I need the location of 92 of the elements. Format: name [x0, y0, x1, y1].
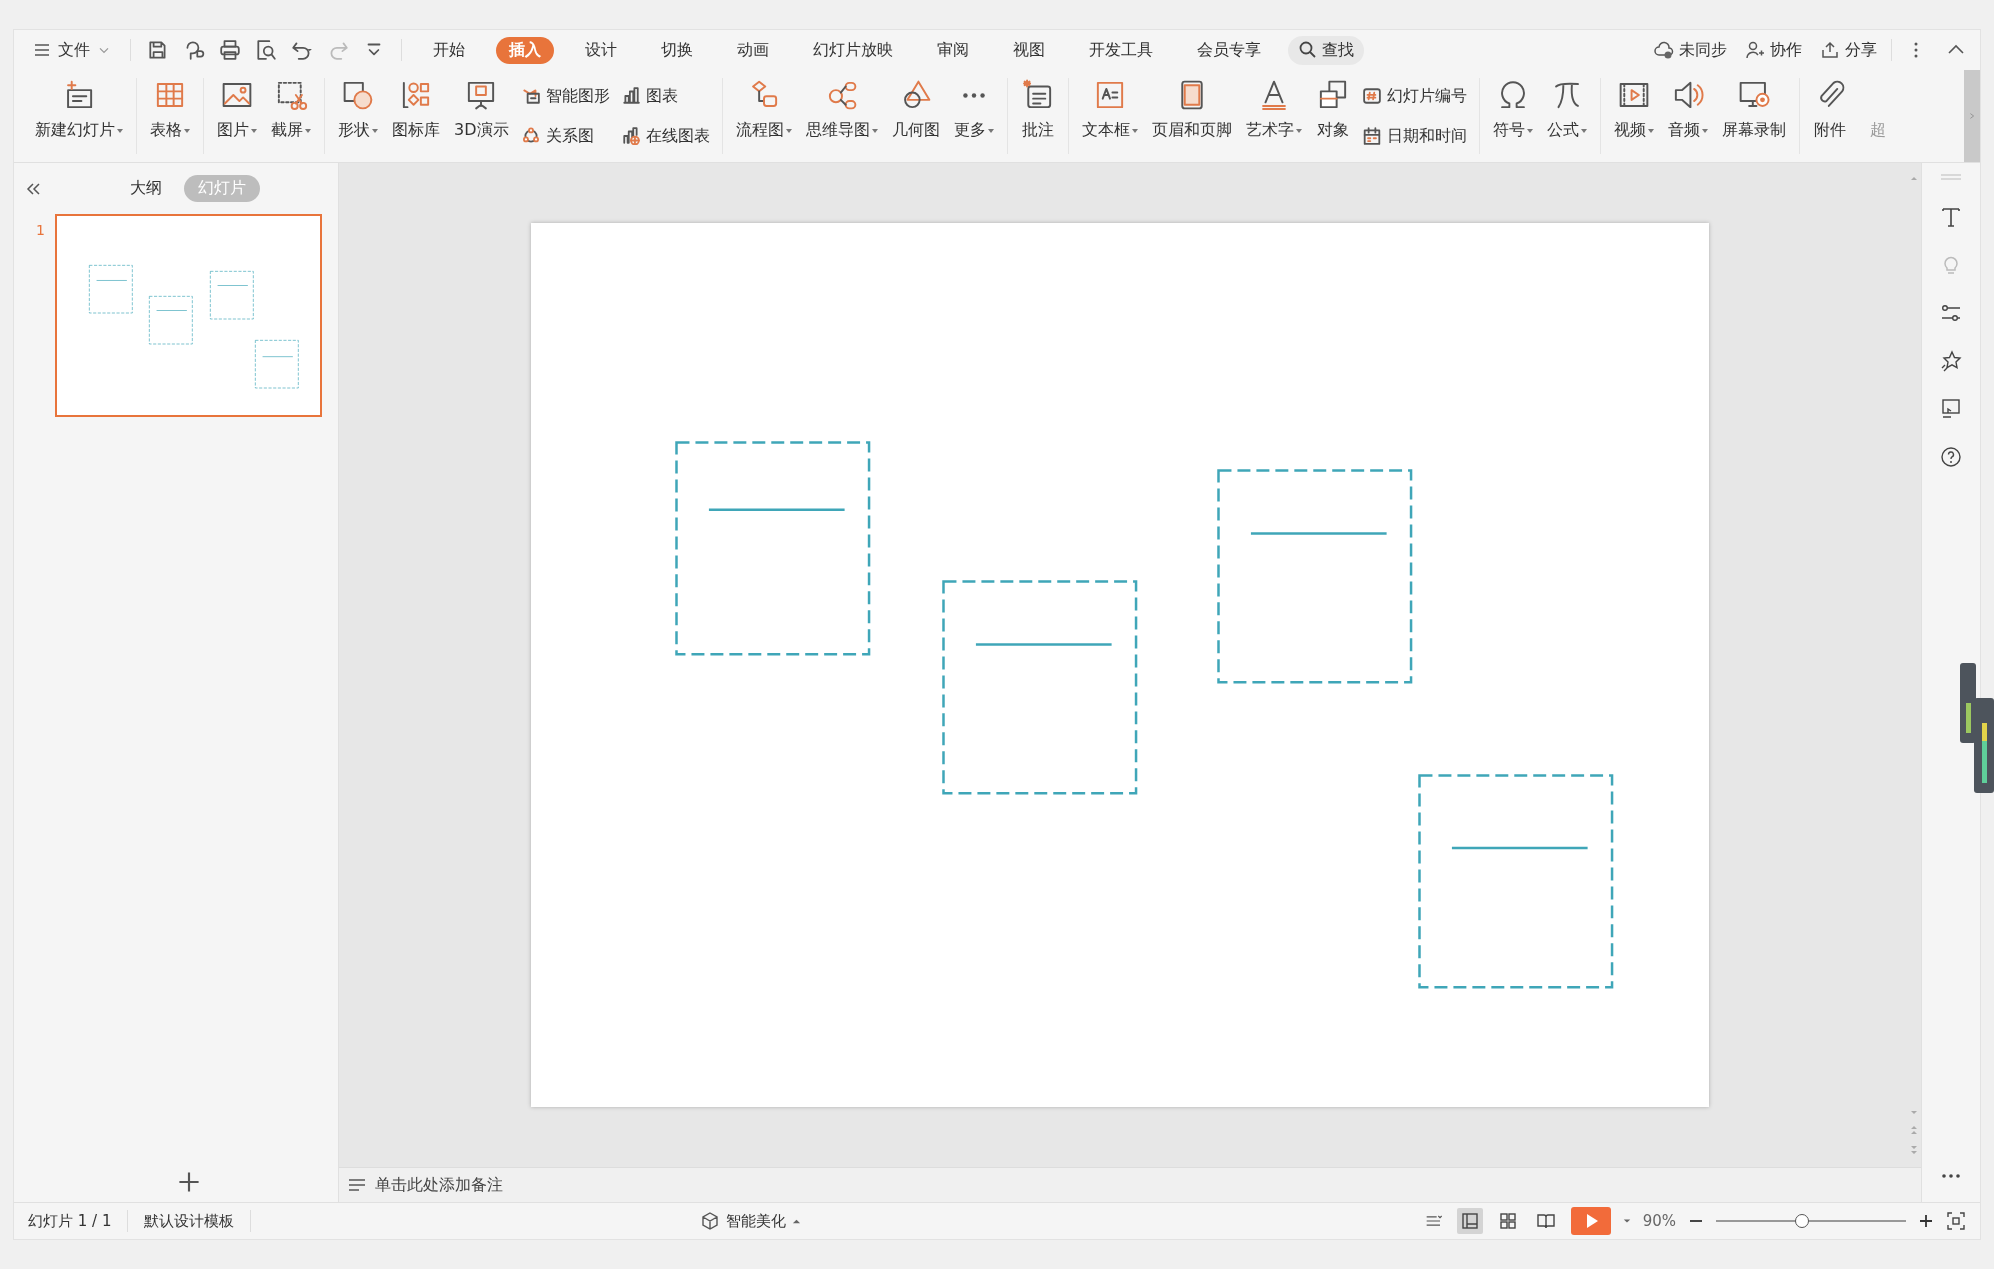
- slides-icon[interactable]: [1939, 397, 1963, 421]
- more-icon: [962, 92, 985, 98]
- ribbon-button[interactable]: 视频: [1606, 70, 1661, 162]
- template-name[interactable]: 默认设计模板: [144, 1211, 235, 1231]
- slide-counter: 幻灯片 1 / 1: [28, 1211, 112, 1231]
- ribbon-button[interactable]: 3D演示: [447, 70, 516, 162]
- ribbon-button[interactable]: 公式: [1539, 70, 1594, 162]
- dashed-frame[interactable]: [1216, 468, 1413, 684]
- ribbon-button[interactable]: 形状: [331, 70, 385, 162]
- help-icon[interactable]: [1939, 445, 1963, 469]
- print-icon[interactable]: [219, 39, 241, 61]
- search-icon: [1298, 40, 1318, 60]
- toolbar-action[interactable]: 协作: [1745, 39, 1802, 61]
- ribbon-button[interactable]: 在线图表: [621, 125, 710, 147]
- book-icon: [1535, 1211, 1556, 1231]
- ribbon-button[interactable]: 智能图形: [521, 85, 610, 107]
- play-button[interactable]: [1570, 1207, 1611, 1235]
- ribbon-button[interactable]: 表格: [143, 70, 197, 162]
- ribbon-button[interactable]: 图标库: [385, 70, 447, 162]
- next-page-icon: [1909, 1143, 1919, 1157]
- slide-number: 1: [36, 222, 45, 238]
- normal-view-icon: [1459, 1211, 1480, 1231]
- menu-tab[interactable]: 会员专享: [1184, 36, 1274, 64]
- menu-tab[interactable]: 开始: [420, 36, 478, 64]
- dashed-frame: [148, 296, 193, 345]
- file-menu[interactable]: 文件: [28, 39, 116, 61]
- ribbon-button[interactable]: 关系图: [521, 125, 610, 147]
- ribbon-button[interactable]: 批注: [1013, 70, 1062, 162]
- ribbon-button[interactable]: 文本框: [1074, 70, 1145, 162]
- level-meter-widget[interactable]: [1960, 663, 1994, 793]
- print-preview-icon[interactable]: [255, 39, 277, 61]
- dashed-frame[interactable]: [1418, 773, 1614, 989]
- dashed-frame[interactable]: [942, 580, 1138, 795]
- dashed-frame: [254, 339, 299, 389]
- add-slide-icon[interactable]: [177, 1170, 201, 1194]
- star-icon[interactable]: [1939, 349, 1963, 373]
- dashed-frame: [210, 271, 254, 320]
- search-button[interactable]: 查找: [1288, 35, 1364, 65]
- circle-nodes-icon: [521, 127, 540, 145]
- dashed-frame: [89, 265, 133, 314]
- menu-tab[interactable]: 审阅: [924, 36, 982, 64]
- normal-view-button[interactable]: [1456, 1208, 1483, 1234]
- caret-down-icon[interactable]: [1622, 1217, 1631, 1225]
- chevron-right-icon: [1968, 112, 1976, 120]
- ribbon-button[interactable]: 页眉和页脚: [1144, 70, 1239, 162]
- ribbon-button[interactable]: 幻灯片编号: [1362, 85, 1467, 107]
- drag-handle-icon[interactable]: [1939, 173, 1963, 181]
- cube-icon: [699, 1211, 720, 1231]
- calendar-icon: [1362, 127, 1381, 145]
- ribbon-button[interactable]: 几何图: [884, 70, 947, 162]
- menu-tab[interactable]: 切换: [648, 36, 706, 64]
- dashed-frame[interactable]: [674, 441, 871, 657]
- add-user-icon: [1745, 40, 1765, 60]
- menu-tab[interactable]: 视图: [1000, 36, 1058, 64]
- menu-tab[interactable]: 动画: [724, 36, 782, 64]
- notes-field[interactable]: 单击此处添加备注: [339, 1167, 1921, 1202]
- chart-globe-icon: [621, 127, 640, 145]
- ribbon-button[interactable]: 新建幻灯片: [28, 70, 130, 162]
- menu-tab[interactable]: 开发工具: [1076, 36, 1166, 64]
- undo-icon[interactable]: [291, 39, 313, 61]
- ribbon-button[interactable]: 图表: [621, 85, 710, 107]
- fit-window-icon[interactable]: [1946, 1211, 1966, 1231]
- ribbon-button[interactable]: 流程图: [728, 70, 799, 162]
- ribbon-button[interactable]: 图片: [210, 70, 264, 162]
- zoom-in-icon[interactable]: [1918, 1213, 1934, 1229]
- zoom-level[interactable]: 90%: [1642, 1212, 1676, 1230]
- ribbon-button[interactable]: 附件: [1805, 70, 1854, 162]
- menu-tab[interactable]: 设计: [572, 36, 630, 64]
- ribbon-button[interactable]: 思维导图: [798, 70, 885, 162]
- bar-chart-icon: [621, 87, 640, 105]
- cloud-icon: [1654, 40, 1674, 60]
- slider-thumb[interactable]: [1794, 1214, 1809, 1228]
- ribbon-button[interactable]: 更多: [946, 70, 1001, 162]
- share-icon: [1820, 40, 1840, 60]
- ribbon-button[interactable]: 音频: [1660, 70, 1715, 162]
- ribbon-button[interactable]: 截屏: [264, 70, 318, 162]
- toolbar-action[interactable]: 未同步: [1654, 39, 1727, 61]
- text-icon[interactable]: [1939, 205, 1963, 229]
- beautify-button[interactable]: 智能美化: [699, 1211, 801, 1231]
- ribbon-button[interactable]: 对象: [1308, 70, 1357, 162]
- ribbon-button[interactable]: 符号: [1485, 70, 1540, 162]
- previous-page-icon: [1909, 1123, 1919, 1137]
- toolbar-action[interactable]: 分享: [1820, 39, 1877, 61]
- slide-thumbnail[interactable]: [54, 214, 322, 417]
- ribbon-button[interactable]: 日期和时间: [1362, 125, 1467, 147]
- menu-tab[interactable]: 幻灯片放映: [800, 36, 906, 64]
- smart-art-icon: [521, 87, 540, 105]
- grid-icon: [1497, 1211, 1518, 1231]
- numbered-slide-icon: [1362, 87, 1381, 105]
- ribbon-button[interactable]: 艺术字: [1238, 70, 1309, 162]
- panel-tab[interactable]: 大纲: [116, 175, 176, 202]
- ribbon-button[interactable]: 屏幕录制: [1714, 70, 1793, 162]
